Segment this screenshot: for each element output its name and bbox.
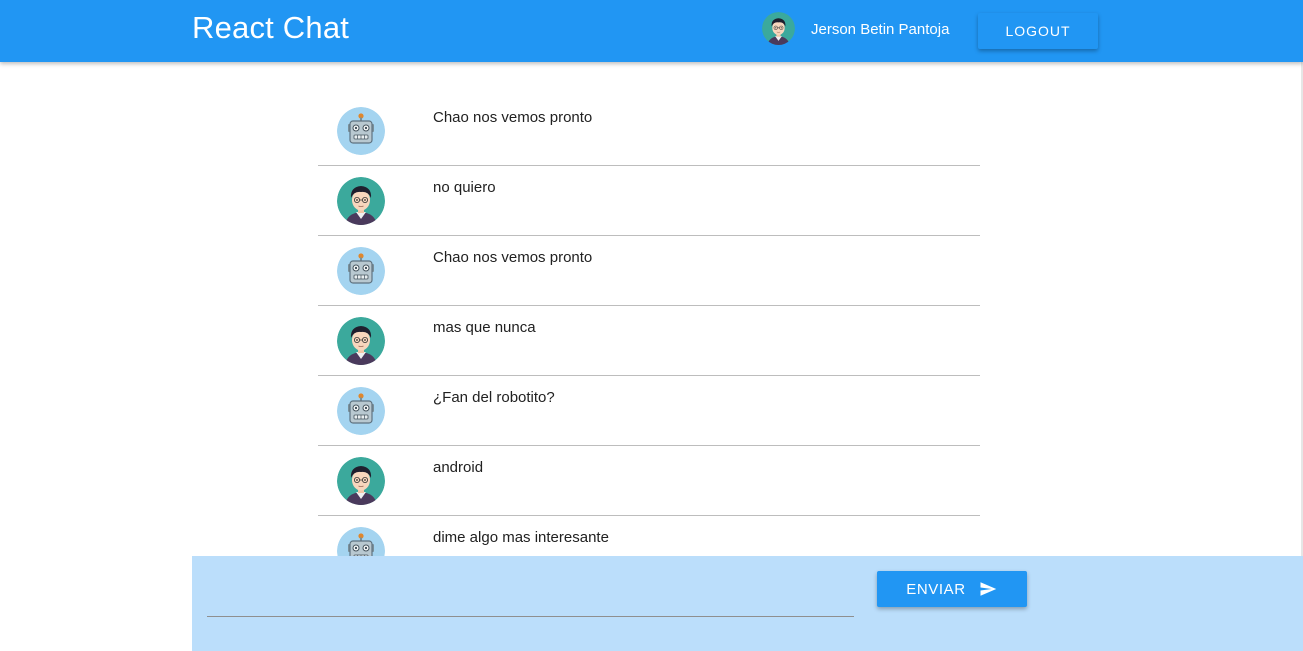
- user-name: Jerson Betin Pantoja: [811, 21, 950, 38]
- list-item: mas que nunca: [318, 306, 980, 376]
- list-item: android: [318, 446, 980, 516]
- message-text: Chao nos vemos pronto: [433, 109, 593, 126]
- user-avatar: [762, 12, 795, 45]
- list-item: no quiero: [318, 166, 980, 236]
- user-avatar: [337, 177, 385, 225]
- send-button[interactable]: ENVIAR: [877, 571, 1027, 607]
- send-icon: [978, 580, 998, 598]
- message-list[interactable]: Chao nos vemos pronto no quiero Chao nos…: [318, 96, 980, 586]
- robot-avatar: [337, 247, 385, 295]
- send-button-label: ENVIAR: [906, 580, 966, 598]
- message-composer: ENVIAR: [192, 556, 1303, 651]
- message-input[interactable]: [207, 592, 854, 617]
- list-item: Chao nos vemos pronto: [318, 236, 980, 306]
- list-item: ¿Fan del robotito?: [318, 376, 980, 446]
- message-text: android: [433, 459, 484, 476]
- message-text: Chao nos vemos pronto: [433, 249, 593, 266]
- user-avatar: [337, 317, 385, 365]
- robot-avatar: [337, 107, 385, 155]
- logout-button[interactable]: LOGOUT: [978, 13, 1098, 49]
- message-text: no quiero: [433, 179, 496, 196]
- user-avatar: [337, 457, 385, 505]
- list-item: Chao nos vemos pronto: [318, 96, 980, 166]
- message-text: dime algo mas interesante: [433, 529, 609, 546]
- app-bar: React Chat Jerson Betin Pantoja LOGOUT: [0, 0, 1303, 62]
- robot-avatar: [337, 387, 385, 435]
- message-text: ¿Fan del robotito?: [433, 389, 555, 406]
- app-title: React Chat: [192, 10, 350, 45]
- message-text: mas que nunca: [433, 319, 536, 336]
